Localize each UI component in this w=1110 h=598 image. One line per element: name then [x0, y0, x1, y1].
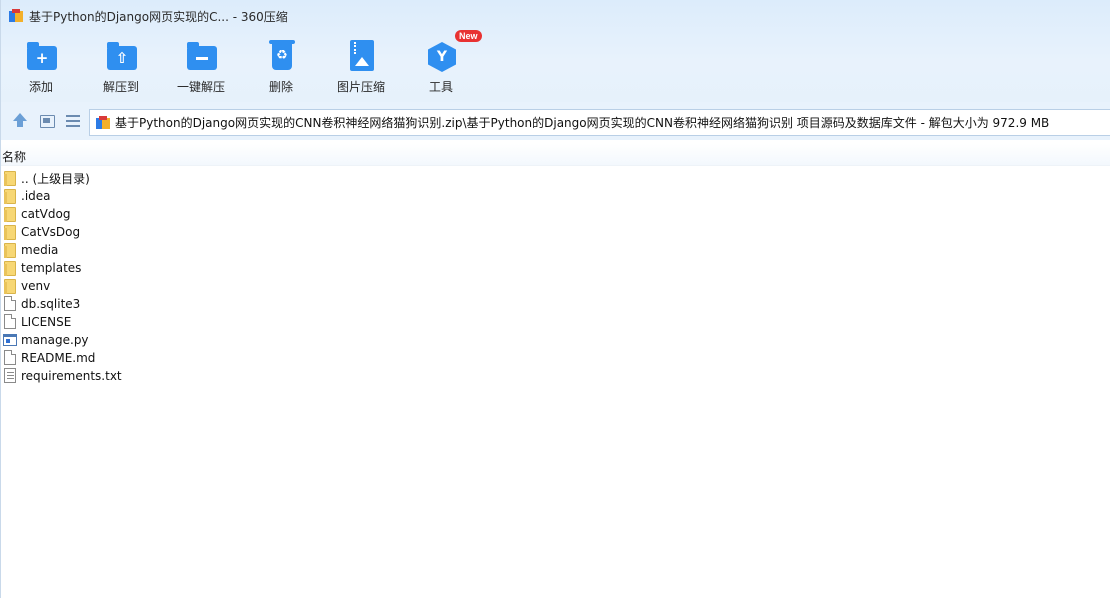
list-item-parent-dir[interactable]: .. (上级目录): [3, 169, 603, 187]
one-click-extract-label: 一键解压: [176, 80, 225, 94]
app-window: 基于Python的Django网页实现的C... - 360压缩 + 添加 ⇧ …: [0, 0, 1110, 598]
list-item-db-sqlite3[interactable]: db.sqlite3: [3, 295, 603, 313]
list-item-templates[interactable]: templates: [3, 259, 603, 277]
extract-to-icon: ⇧: [105, 40, 137, 72]
folder-icon: [3, 260, 17, 276]
list-item-label: .idea: [21, 189, 51, 203]
delete-label: 删除: [268, 80, 293, 94]
list-item-label: README.md: [21, 351, 96, 365]
list-item-idea[interactable]: .idea: [3, 187, 603, 205]
address-bar[interactable]: 基于Python的Django网页实现的CNN卷积神经网络猫狗识别.zip\基于…: [89, 109, 1110, 136]
tools-button[interactable]: Y New 工具: [401, 30, 482, 98]
archive-icon: [96, 115, 110, 130]
list-item-label: media: [21, 243, 59, 257]
one-click-extract-icon: [185, 40, 217, 72]
file-icon: [3, 314, 17, 330]
address-path: 基于Python的Django网页实现的CNN卷积神经网络猫狗识别.zip\基于…: [115, 116, 1050, 130]
thumbnail-view-icon[interactable]: [38, 112, 56, 130]
extract-to-button[interactable]: ⇧ 解压到: [81, 36, 161, 98]
file-list: .. (上级目录) .idea catVdog CatVsDog media t…: [3, 169, 603, 385]
one-click-extract-button[interactable]: 一键解压: [161, 36, 241, 98]
list-item-label: CatVsDog: [21, 225, 81, 239]
extract-to-label: 解压到: [102, 80, 139, 94]
list-item-label: venv: [21, 279, 51, 293]
trash-icon: ♻: [265, 40, 297, 72]
list-item-label: templates: [21, 261, 82, 275]
file-icon: [3, 296, 17, 312]
title-bar: 基于Python的Django网页实现的C... - 360压缩: [1, 0, 1110, 32]
tools-icon: Y: [425, 40, 457, 72]
add-button[interactable]: + 添加: [1, 36, 81, 98]
list-view-icon[interactable]: [64, 112, 82, 130]
list-item-label: .. (上级目录): [21, 171, 90, 186]
folder-icon: [3, 206, 17, 222]
window-title: 基于Python的Django网页实现的C... - 360压缩: [29, 9, 288, 24]
list-item-label: manage.py: [21, 333, 89, 347]
toolbar: + 添加 ⇧ 解压到 一键解压 ♻ 删除 图片压缩 Y New 工具: [1, 30, 482, 98]
list-item-license[interactable]: LICENSE: [3, 313, 603, 331]
delete-button[interactable]: ♻ 删除: [241, 36, 321, 98]
navigation-bar: 基于Python的Django网页实现的CNN卷积神经网络猫狗识别.zip\基于…: [1, 102, 1110, 140]
folder-icon: [3, 278, 17, 294]
folder-icon: [3, 242, 17, 258]
python-file-icon: [3, 332, 17, 348]
list-header: 名称: [1, 144, 1110, 166]
tools-label: 工具: [428, 80, 453, 94]
list-item-venv[interactable]: venv: [3, 277, 603, 295]
list-item-label: db.sqlite3: [21, 297, 81, 311]
list-item-requirements[interactable]: requirements.txt: [3, 367, 603, 385]
list-item-catvdog[interactable]: catVdog: [3, 205, 603, 223]
list-item-label: catVdog: [21, 207, 71, 221]
file-icon: [3, 350, 17, 366]
up-arrow-icon[interactable]: [11, 112, 29, 130]
folder-icon: [3, 224, 17, 240]
header-area: 基于Python的Django网页实现的C... - 360压缩 + 添加 ⇧ …: [1, 0, 1110, 102]
add-folder-icon: +: [25, 40, 57, 72]
list-item-media[interactable]: media: [3, 241, 603, 259]
list-item-label: requirements.txt: [21, 369, 122, 383]
column-header-name[interactable]: 名称: [2, 148, 26, 165]
folder-icon: [3, 170, 17, 186]
image-compress-icon: [345, 40, 377, 72]
image-compress-button[interactable]: 图片压缩: [321, 36, 401, 98]
list-item-manage-py[interactable]: manage.py: [3, 331, 603, 349]
list-item-label: LICENSE: [21, 315, 72, 329]
image-compress-label: 图片压缩: [336, 80, 385, 94]
add-label: 添加: [28, 80, 53, 94]
app-logo-icon: [9, 9, 23, 23]
folder-icon: [3, 188, 17, 204]
list-item-readme[interactable]: README.md: [3, 349, 603, 367]
new-badge: New: [455, 30, 482, 42]
list-item-catvsdog[interactable]: CatVsDog: [3, 223, 603, 241]
text-file-icon: [3, 368, 17, 384]
